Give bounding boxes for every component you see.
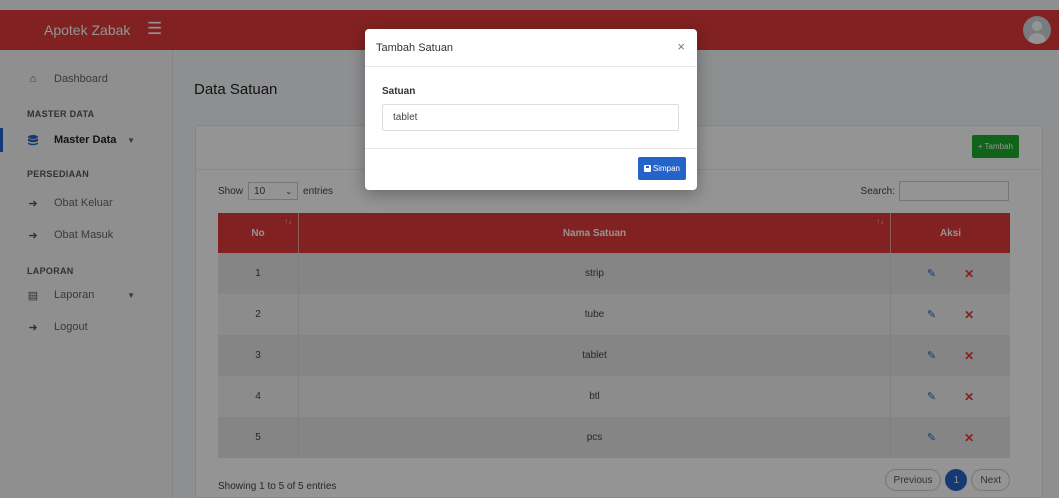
save-button[interactable]: Simpan (637, 157, 686, 180)
modal-title: Tambah Satuan (376, 41, 454, 54)
modal-body: Satuan tablet (365, 67, 697, 149)
satuan-label: Satuan (382, 86, 416, 97)
modal-header: Tambah Satuan × (365, 29, 697, 67)
tambah-satuan-modal: Tambah Satuan × Satuan tablet Simpan (365, 29, 697, 190)
close-icon[interactable]: × (677, 40, 685, 53)
save-button-label: Simpan (652, 164, 680, 173)
save-icon (643, 165, 651, 172)
satuan-input[interactable]: tablet (382, 104, 679, 131)
